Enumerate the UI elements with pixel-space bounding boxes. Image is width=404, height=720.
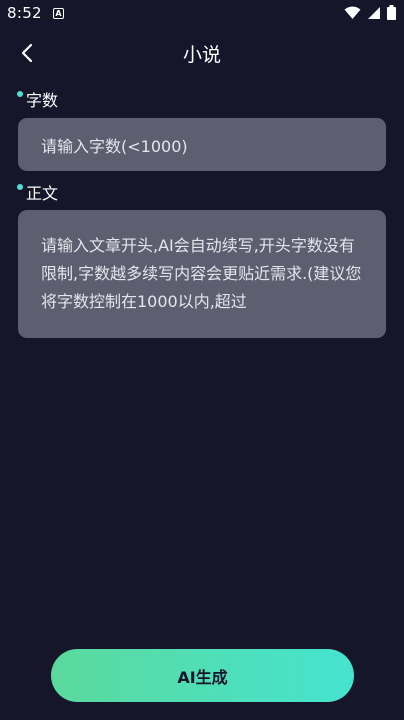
wifi-icon [344, 5, 361, 24]
page-title: 小说 [182, 44, 221, 66]
ai-generate-label: AI生成 [177, 667, 228, 687]
status-time: 8:52 [7, 4, 42, 22]
status-icons [344, 4, 396, 24]
word-count-label: 字数 [26, 91, 59, 110]
accent-dot-icon [17, 91, 23, 97]
app-header: 小说 [0, 28, 404, 78]
ai-generate-button[interactable]: AI生成 [51, 649, 354, 702]
battery-icon [387, 4, 396, 24]
body-placeholder: 请输入文章开头,AI会自动续写,开头字数没有限制,字数越多续写内容会更贴近需求.… [41, 236, 362, 311]
notification-icon: A [53, 8, 64, 19]
body-label: 正文 [26, 184, 59, 203]
body-label-row: 正文 [17, 180, 58, 204]
word-count-label-row: 字数 [17, 87, 58, 111]
word-count-input[interactable]: 请输入字数(<1000) [18, 118, 386, 171]
body-textarea[interactable]: 请输入文章开头,AI会自动续写,开头字数没有限制,字数越多续写内容会更贴近需求.… [18, 210, 386, 338]
word-count-placeholder: 请输入字数(<1000) [41, 136, 188, 156]
accent-dot-icon [17, 184, 23, 190]
signal-icon [367, 5, 381, 24]
status-bar: 8:52 A [0, 0, 404, 28]
